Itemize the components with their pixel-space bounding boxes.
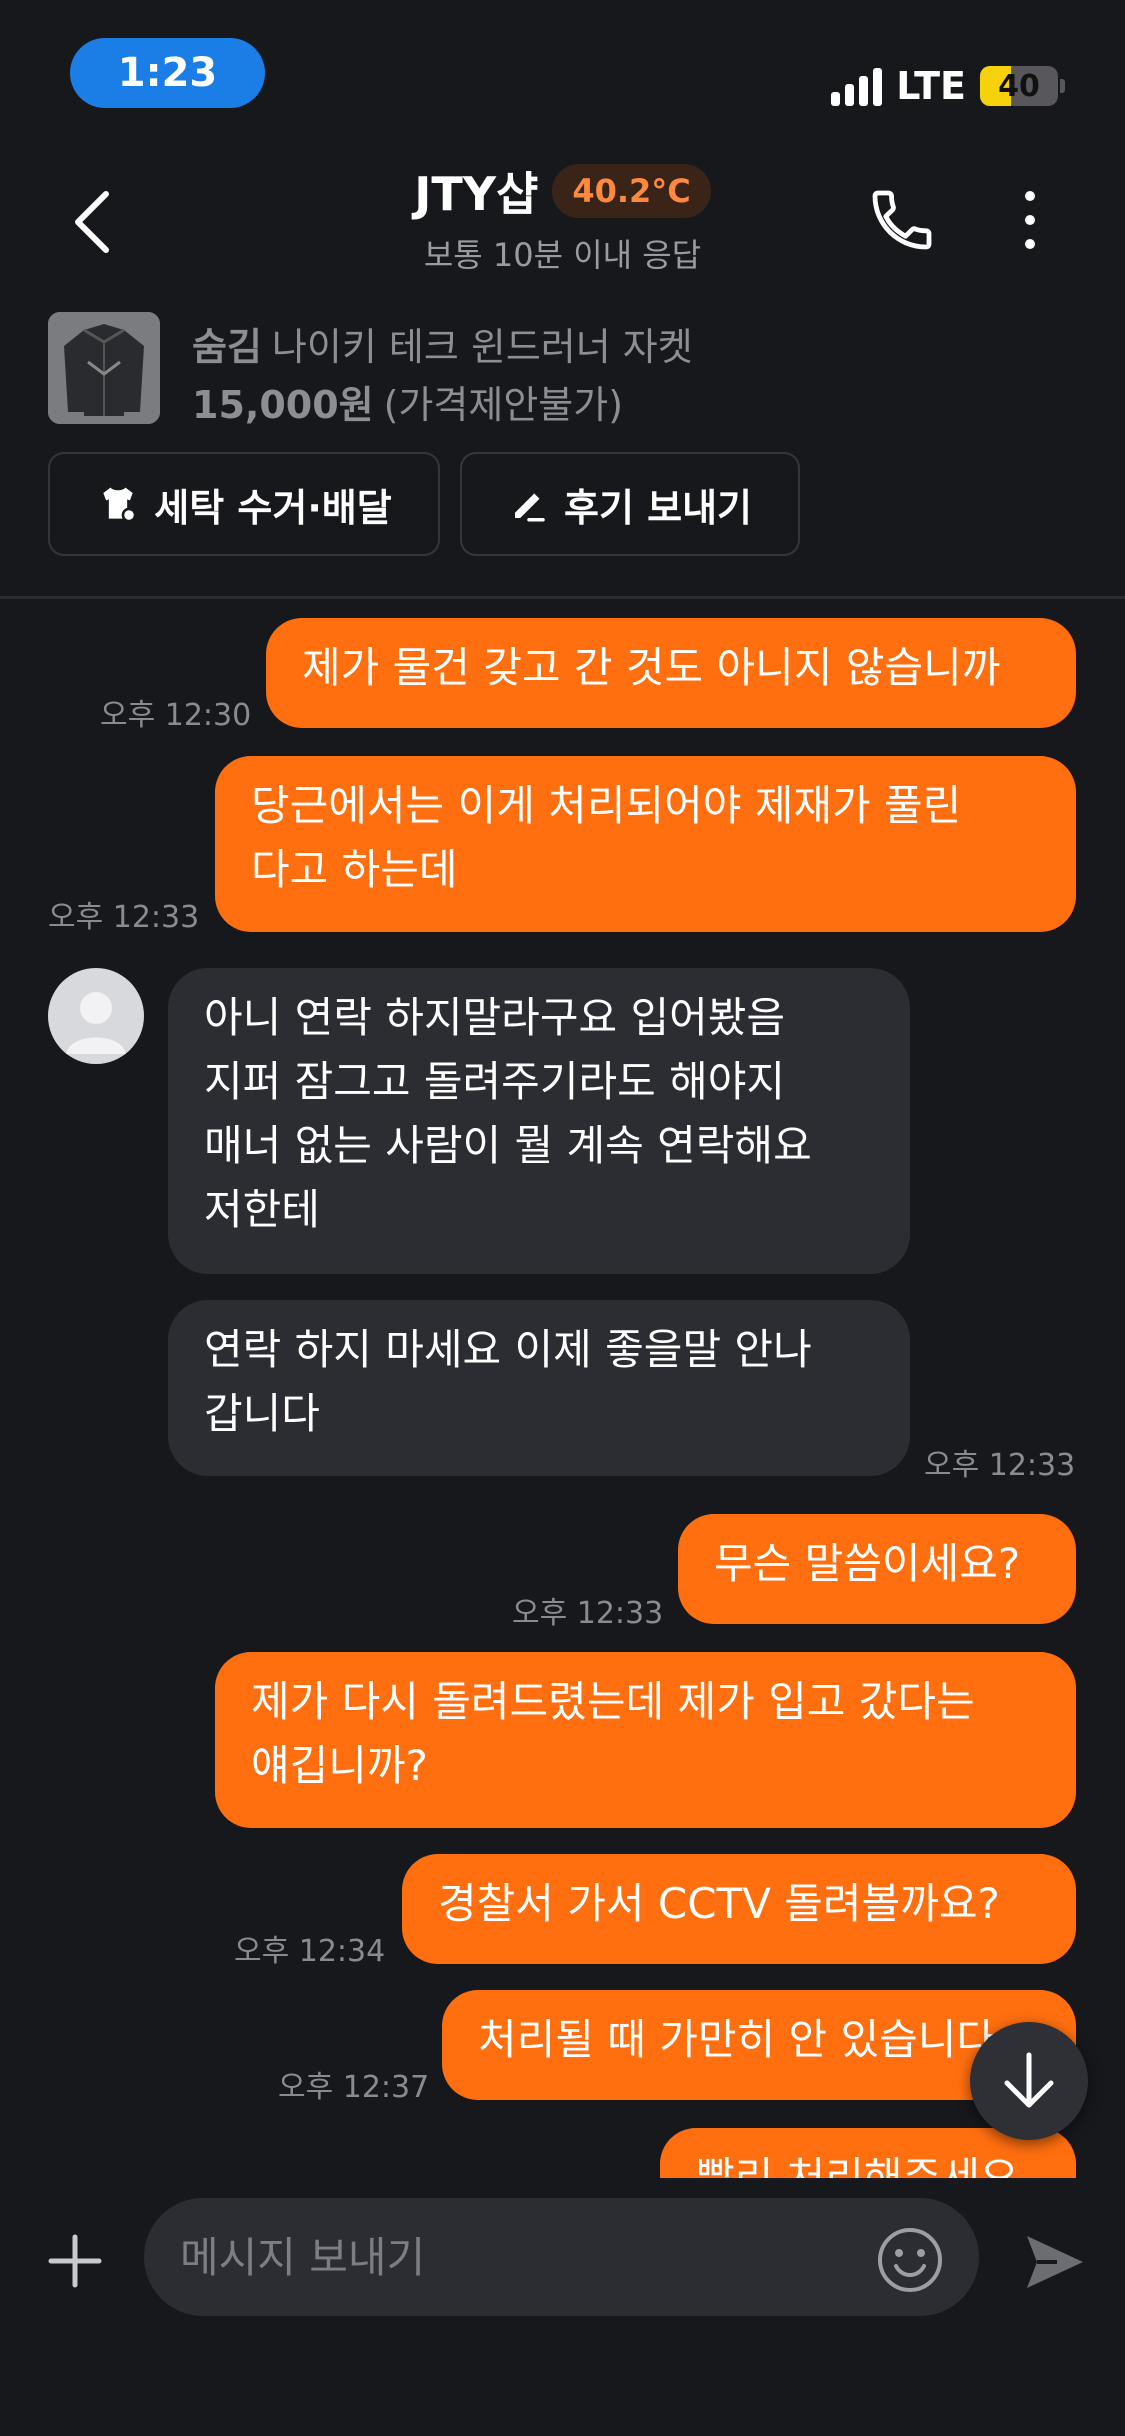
message-text: 연락 하지 마세요 이제 좋을말 안나 갑니다	[204, 1325, 812, 1438]
scroll-to-bottom-button[interactable]	[970, 2022, 1088, 2140]
arrow-down-icon	[1004, 2052, 1054, 2108]
response-time: 보통 10분 이내 응답	[423, 236, 702, 274]
product-price-row: 15,000원 (가격제안불가)	[192, 374, 623, 429]
more-vertical-icon	[1025, 191, 1035, 249]
product-summary[interactable]: 숨김 나이키 테크 윈드러너 자켓 15,000원 (가격제안불가)	[48, 312, 1078, 427]
status-indicators: LTE 40	[831, 62, 1065, 110]
chat-header: JTY샵 40.2°C 보통 10분 이내 응답	[0, 150, 1125, 290]
title-row: JTY샵 40.2°C	[0, 158, 1125, 224]
status-time: 1:23	[70, 38, 265, 108]
send-review-label: 후기 보내기	[563, 485, 753, 530]
price-note: (가격제안불가)	[383, 383, 624, 427]
user-placeholder-icon	[66, 992, 126, 1054]
message-text: 무슨 말씀이세요?	[714, 1539, 1021, 1588]
attach-button[interactable]	[40, 2226, 110, 2296]
page-title[interactable]: JTY샵	[414, 158, 538, 224]
message-text: 처리될 때 가만히 안 있습니다	[478, 2015, 996, 2064]
message-time: 오후 12:33	[512, 1596, 664, 1631]
more-options-button[interactable]	[1000, 180, 1060, 260]
product-name: 나이키 테크 윈드러너 자켓	[271, 325, 693, 369]
battery-tip	[1060, 79, 1065, 93]
message-bubble-sent[interactable]: 경찰서 가서 CCTV 돌려볼까요?	[402, 1854, 1076, 1964]
product-thumbnail	[48, 312, 160, 424]
chat-messages[interactable]: 제가 물건 갖고 간 것도 아니지 않습니까 오후 12:30 당근에서는 이게…	[0, 600, 1125, 2178]
battery-icon: 40	[980, 66, 1058, 106]
battery-level: 40	[998, 68, 1040, 104]
message-time: 오후 12:30	[100, 698, 252, 733]
laundry-pickup-button[interactable]: 세탁 수거·배달	[48, 452, 440, 556]
message-bubble-sent[interactable]: 무슨 말씀이세요?	[678, 1514, 1076, 1624]
emoji-button[interactable]	[870, 2220, 950, 2300]
shirt-icon	[103, 487, 137, 523]
message-time: 오후 12:33	[924, 1448, 1076, 1483]
product-price: 15,000원	[192, 383, 374, 427]
pencil-icon	[514, 493, 545, 522]
plus-icon	[48, 2234, 102, 2288]
message-time: 오후 12:33	[48, 900, 200, 935]
avatar[interactable]	[48, 968, 144, 1064]
product-title-row: 숨김 나이키 테크 윈드러너 자켓	[192, 316, 693, 371]
message-input[interactable]	[144, 2198, 979, 2316]
message-text: 아니 연락 하지말라구요 입어봤음 지퍼 잠그고 돌려주기라도 해야지 매너 없…	[204, 993, 812, 1234]
network-label: LTE	[896, 64, 966, 108]
message-composer	[0, 2180, 1125, 2436]
message-bubble-sent[interactable]: 제가 다시 돌려드렸는데 제가 입고 갔다는 얘깁니까?	[215, 1652, 1076, 1828]
message-text: 제가 다시 돌려드렸는데 제가 입고 갔다는 얘깁니까?	[251, 1677, 975, 1790]
message-text: 빨리 처리해주세요	[696, 2153, 1019, 2178]
header-divider	[0, 596, 1125, 599]
message-bubble-received[interactable]: 아니 연락 하지말라구요 입어봤음 지퍼 잠그고 돌려주기라도 해야지 매너 없…	[168, 968, 910, 1274]
signal-icon	[831, 66, 883, 106]
message-time: 오후 12:37	[278, 2070, 430, 2105]
send-review-button[interactable]: 후기 보내기	[460, 452, 800, 556]
call-button[interactable]	[862, 180, 942, 260]
status-badge: 숨김	[192, 325, 262, 369]
message-text: 경찰서 가서 CCTV 돌려볼까요?	[438, 1879, 1000, 1928]
phone-icon	[872, 190, 932, 250]
message-bubble-sent[interactable]: 당근에서는 이게 처리되어야 제재가 풀린 다고 하는데	[215, 756, 1076, 932]
message-bubble-received[interactable]: 연락 하지 마세요 이제 좋을말 안나 갑니다	[168, 1300, 910, 1476]
status-bar: 1:23 LTE 40	[0, 0, 1125, 140]
message-text: 당근에서는 이게 처리되어야 제재가 풀린 다고 하는데	[251, 781, 962, 894]
send-icon	[1027, 2236, 1083, 2288]
manner-temperature-badge: 40.2°C	[552, 164, 711, 218]
laundry-pickup-label: 세탁 수거·배달	[154, 485, 392, 530]
message-time: 오후 12:34	[234, 1934, 386, 1969]
message-text: 제가 물건 갖고 간 것도 아니지 않습니까	[302, 643, 1001, 692]
smiley-icon	[878, 2228, 942, 2292]
send-button[interactable]	[1015, 2222, 1095, 2302]
message-bubble-sent[interactable]: 제가 물건 갖고 간 것도 아니지 않습니까	[266, 618, 1076, 728]
